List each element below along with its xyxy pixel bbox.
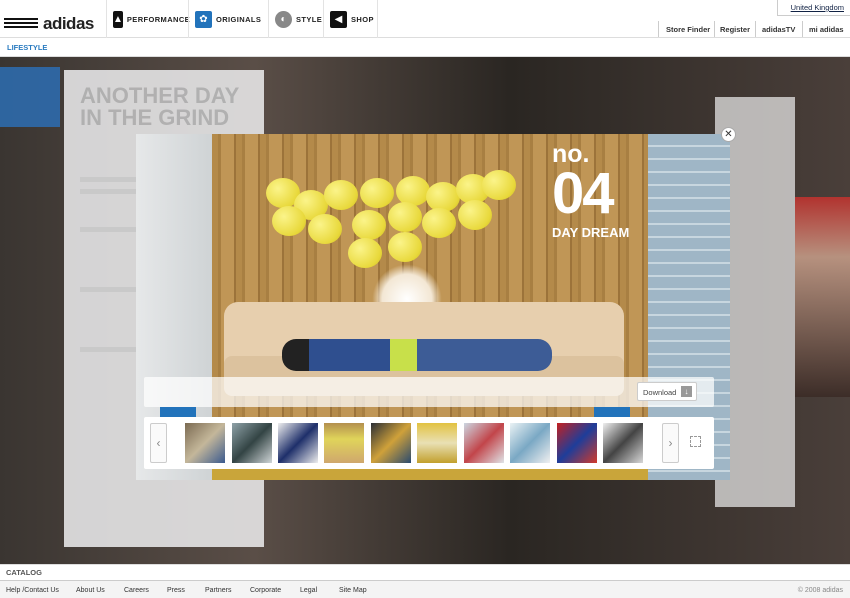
footer-link-help[interactable]: Help /Contact Us [6, 587, 59, 594]
photo-balloon [482, 170, 516, 200]
divider [658, 21, 659, 37]
divider [755, 21, 756, 37]
download-button[interactable]: Download ↓ [637, 382, 697, 401]
photo-balloon [352, 210, 386, 240]
nav-originals[interactable]: ✿ ORIGINALS [188, 0, 268, 38]
performance-logo-icon: ▲ [113, 10, 123, 28]
thumbnail[interactable] [371, 423, 411, 463]
thumbnail[interactable] [557, 423, 597, 463]
style-icon: ◐ [275, 10, 292, 28]
country-selector[interactable]: United Kingdom [791, 3, 844, 12]
lightbox-toolbar [144, 377, 714, 407]
link-store-finder[interactable]: Store Finder [666, 25, 710, 34]
nav-shop-label: SHOP [351, 14, 374, 24]
thumbnail[interactable] [417, 423, 457, 463]
footer: Help /Contact Us About Us Careers Press … [0, 580, 850, 598]
photo-balloon [348, 238, 382, 268]
link-adidastv[interactable]: adidasTV [762, 25, 795, 34]
nav-originals-label: ORIGINALS [216, 14, 262, 24]
photo-balloon [360, 178, 394, 208]
trefoil-icon: ✿ [195, 10, 212, 28]
thumbnail[interactable] [464, 423, 504, 463]
download-label: Download [643, 388, 677, 397]
divider [714, 21, 715, 37]
chevron-left-icon: ‹ [156, 436, 161, 450]
photo-balloon [458, 200, 492, 230]
fullscreen-icon[interactable] [690, 436, 701, 447]
photo-balloon [324, 180, 358, 210]
footer-link-legal[interactable]: Legal [300, 587, 317, 594]
photo-balloon [272, 206, 306, 236]
thumbnail[interactable] [510, 423, 550, 463]
thumbnail[interactable] [603, 423, 643, 463]
link-mi-adidas[interactable]: mi adidas [809, 25, 844, 34]
nav-performance-label: PERFORMANCE [126, 14, 191, 24]
photo-balloon [308, 214, 342, 244]
background-heading: ANOTHER DAY IN THE GRIND [80, 85, 239, 129]
footer-link-about[interactable]: About Us [76, 587, 105, 594]
copyright: © 2008 adidas [797, 587, 843, 594]
caption-number: 04 [552, 161, 615, 226]
adidas-stripes-icon [4, 18, 38, 30]
thumbnail-next-button[interactable]: › [662, 423, 679, 463]
thumbnail[interactable] [278, 423, 318, 463]
footer-link-sitemap[interactable]: Site Map [339, 587, 367, 594]
thumbnail[interactable] [232, 423, 272, 463]
sub-navigation: LIFESTYLE [0, 38, 850, 57]
divider [802, 21, 803, 37]
footer-link-partners[interactable]: Partners [205, 587, 231, 594]
photo-balloon [422, 208, 456, 238]
footer-link-careers[interactable]: Careers [124, 587, 149, 594]
top-header: adidas ▲ PERFORMANCE ✿ ORIGINALS ◐ STYLE… [0, 0, 850, 38]
nav-performance[interactable]: ▲ PERFORMANCE [106, 0, 191, 38]
background-photo-edge [795, 197, 850, 397]
lightbox-caption: no. 04 DAY DREAM [552, 142, 630, 240]
catalog-bar: CATALOG [0, 564, 850, 579]
blue-tab-left [160, 407, 196, 417]
close-icon[interactable]: ✕ [721, 127, 736, 142]
thumbnail[interactable] [324, 423, 364, 463]
footer-link-corporate[interactable]: Corporate [250, 587, 281, 594]
subnav-lifestyle[interactable]: LIFESTYLE [7, 43, 47, 52]
footer-link-press[interactable]: Press [167, 587, 185, 594]
chevron-right-icon: › [668, 436, 673, 450]
catalog-link[interactable]: CATALOG [6, 568, 42, 577]
nav-style[interactable]: ◐ STYLE [268, 0, 323, 38]
background-heading-line2: IN THE GRIND [80, 105, 230, 130]
download-icon: ↓ [681, 386, 692, 397]
background-trefoil-block [0, 67, 60, 127]
blue-tab-right [594, 407, 630, 417]
nav-style-label: STYLE [296, 14, 323, 24]
link-register[interactable]: Register [720, 25, 750, 34]
nav-shop[interactable]: ◀ SHOP [323, 0, 378, 38]
photo-person [282, 339, 552, 371]
adidas-logo[interactable]: adidas [4, 14, 94, 34]
photo-balloon [388, 202, 422, 232]
thumbnail[interactable] [185, 423, 225, 463]
photo-balloon [388, 232, 422, 262]
thumbnail-prev-button[interactable]: ‹ [150, 423, 167, 463]
caption-title: DAY DREAM [552, 225, 630, 240]
brand-name: adidas [43, 14, 94, 33]
background-heading-line1: ANOTHER DAY [80, 83, 240, 108]
shop-icon: ◀ [330, 10, 347, 28]
